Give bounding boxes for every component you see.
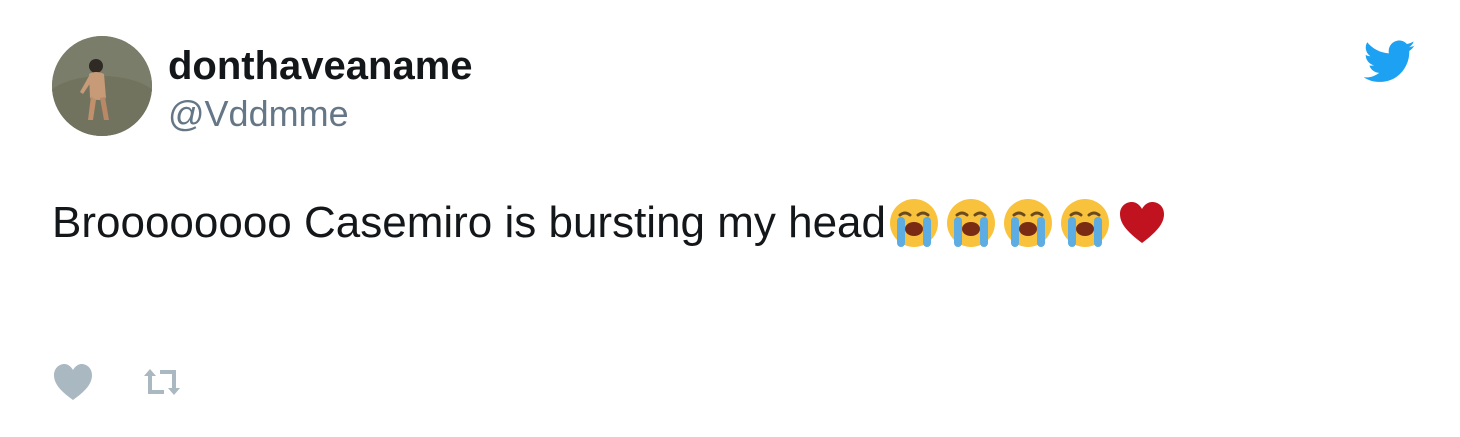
heart-icon[interactable] <box>52 362 94 402</box>
retweet-icon[interactable] <box>140 366 184 398</box>
avatar-image <box>52 36 152 136</box>
loudly-crying-face-icon <box>890 199 939 247</box>
loudly-crying-face-icon <box>1004 199 1053 247</box>
emoji-row <box>888 197 1168 249</box>
tweet-text-body: Broooooooo Casemiro is bursting my head <box>52 198 887 247</box>
loudly-crying-face-icon <box>1061 199 1110 247</box>
red-heart-icon <box>1120 202 1165 243</box>
tweet-card: donthaveaname @Vddmme Broooooooo Casemir… <box>0 0 1460 437</box>
loudly-crying-face-icon <box>947 199 996 247</box>
author-handle[interactable]: @Vddmme <box>168 92 349 136</box>
author-display-name[interactable]: donthaveaname <box>168 42 473 90</box>
avatar[interactable] <box>52 36 152 136</box>
twitter-bird-icon[interactable] <box>1364 40 1416 84</box>
tweet-actions <box>52 362 184 402</box>
tweet-text: Broooooooo Casemiro is bursting my head <box>52 195 1168 251</box>
